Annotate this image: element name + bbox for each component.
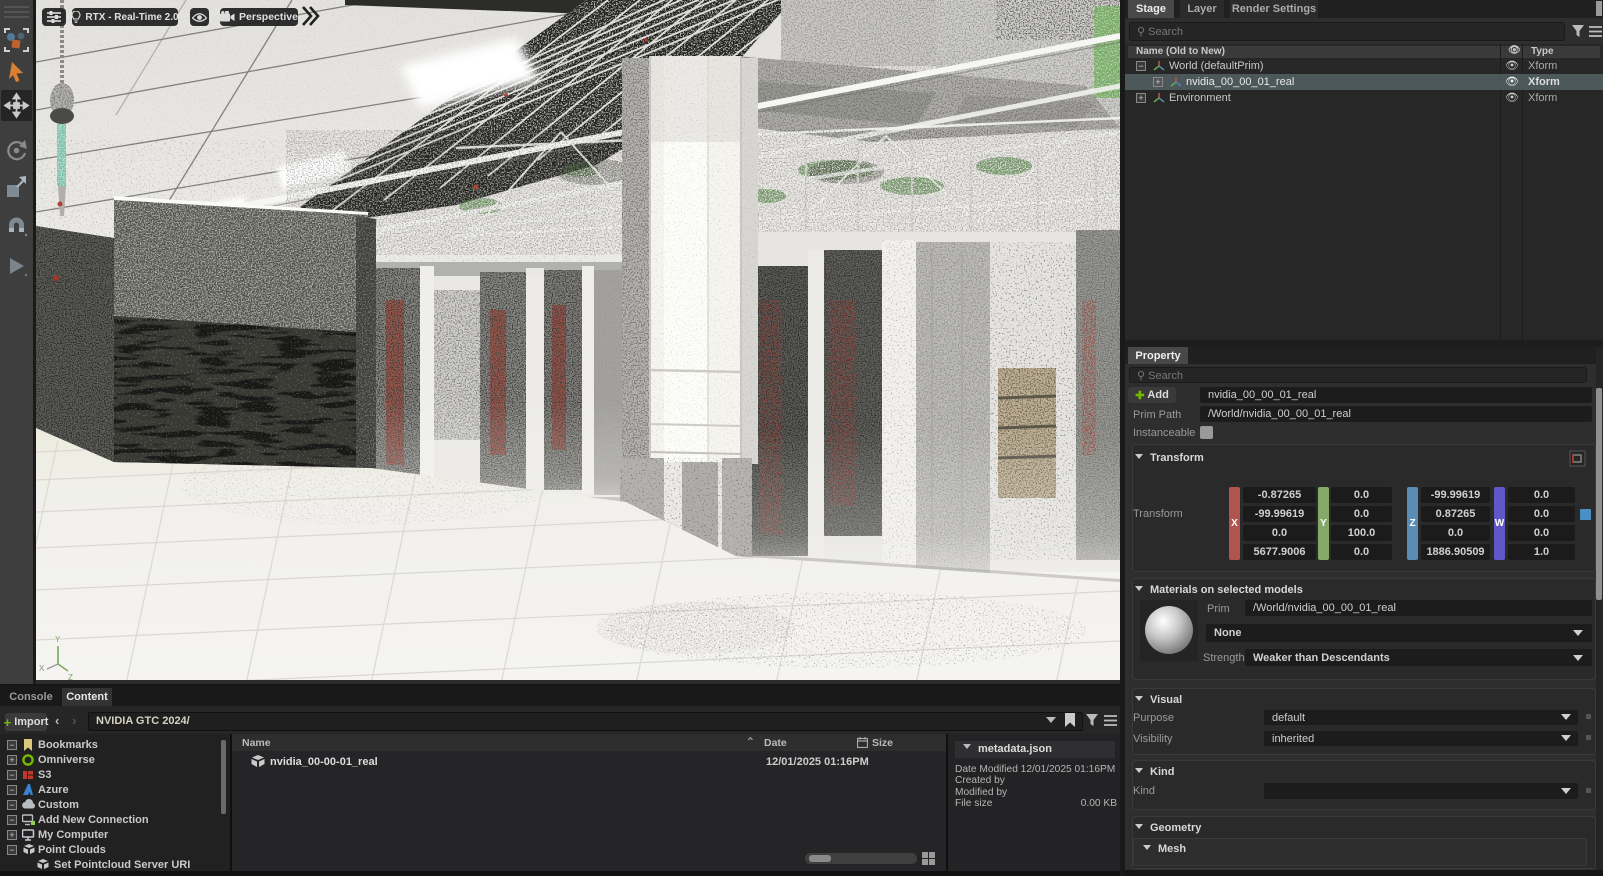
svg-text:Y: Y xyxy=(55,635,61,644)
svg-text:X: X xyxy=(39,664,45,673)
